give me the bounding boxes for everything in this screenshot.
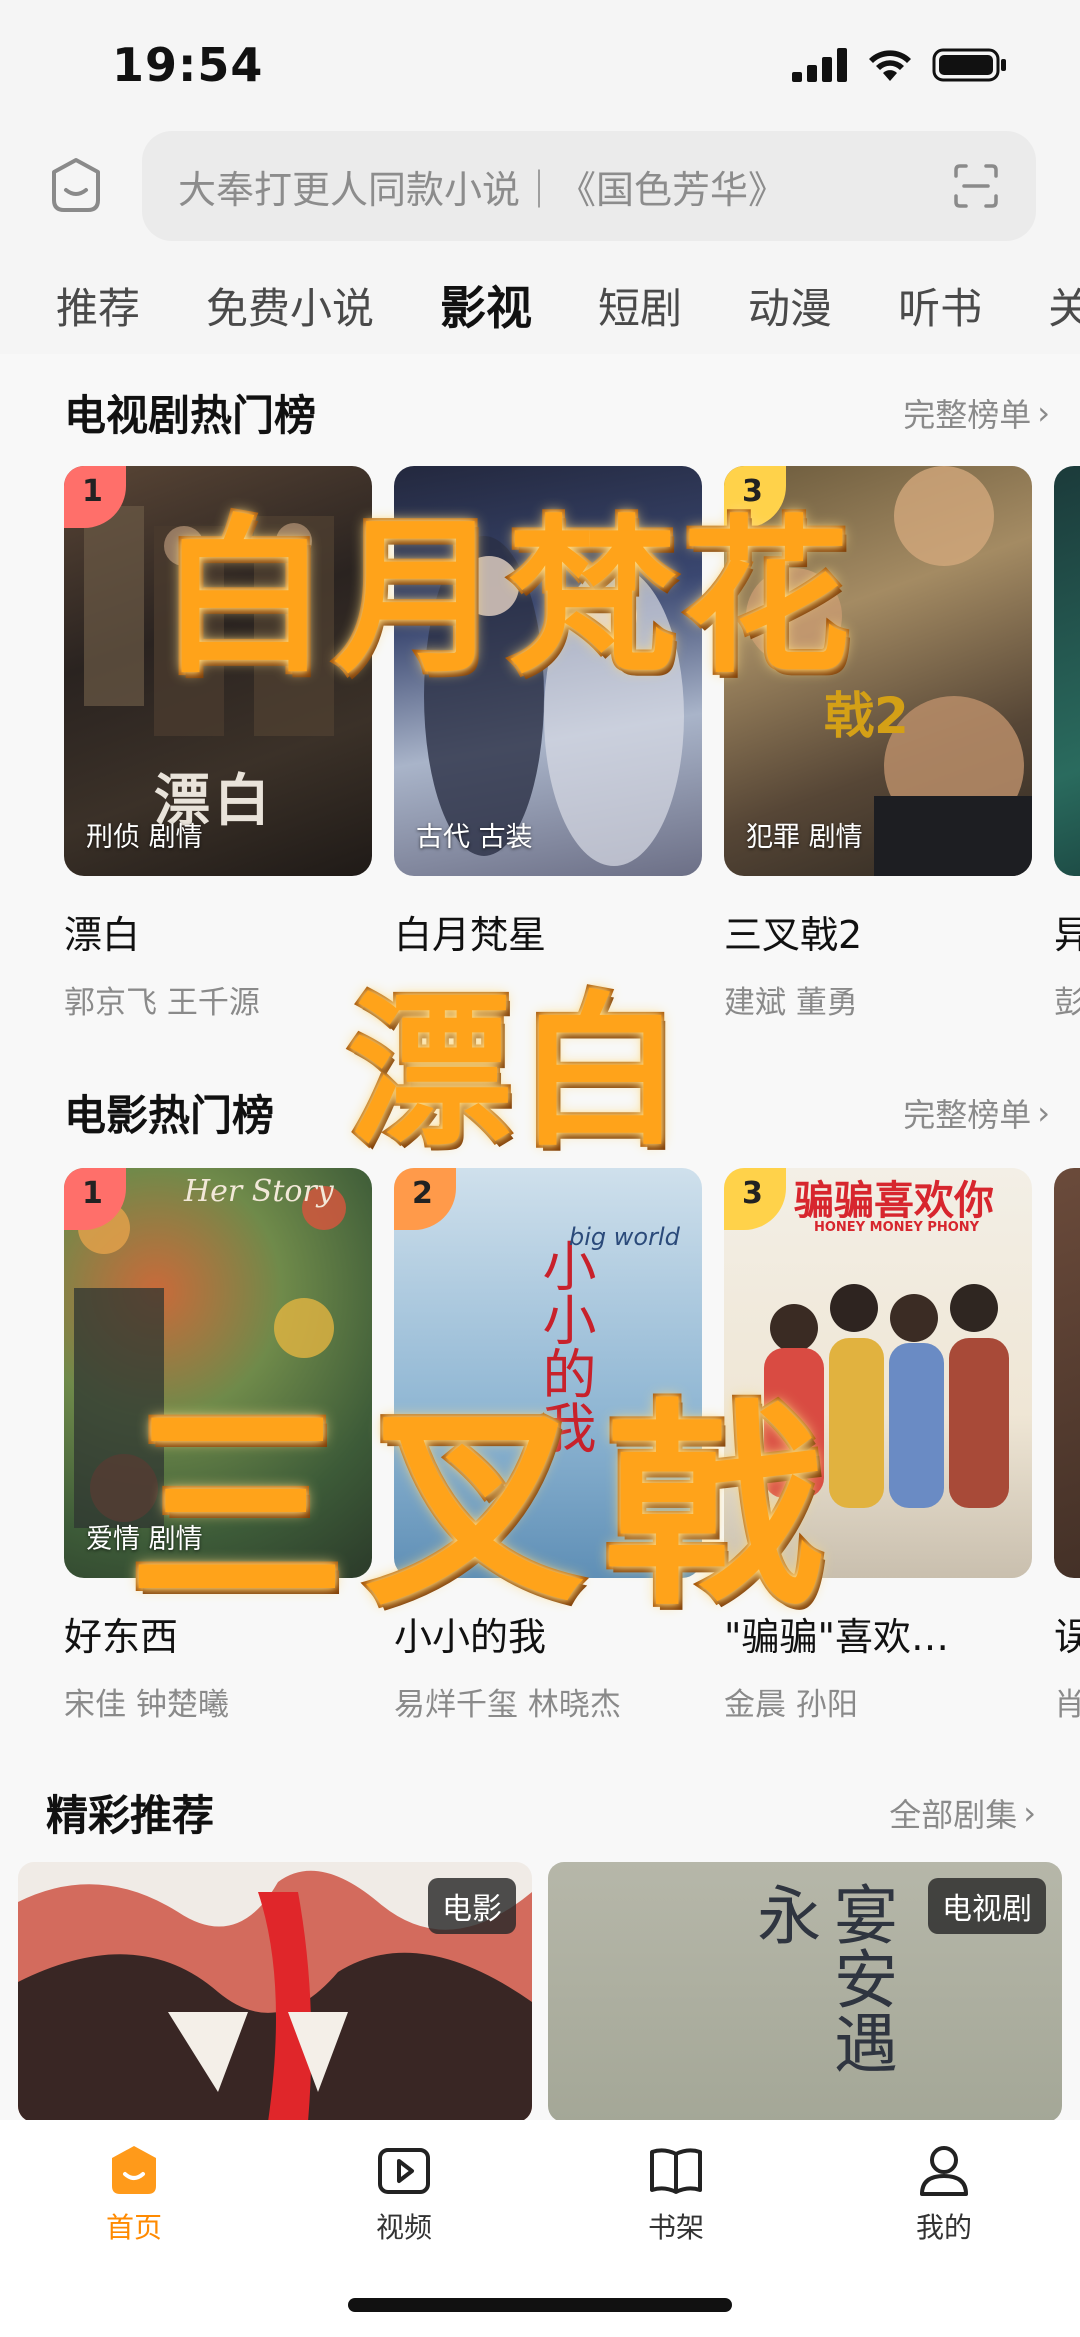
movie-poster-3-en-title: HONEY MONEY PHONY [814, 1220, 980, 1235]
movie-poster-1-en-title: Her Story [184, 1174, 334, 1209]
status-bar: 19:54 [0, 0, 1080, 130]
movie-poster-3-title-art: 骗骗喜欢你 [794, 1178, 994, 1224]
card-cast: 金晨 孙阳 [724, 1687, 858, 1723]
video-icon [378, 2148, 430, 2194]
poster-genre-tag: 刑侦 剧情 [86, 822, 203, 853]
card-cast: 易烊千玺 林晓杰 [394, 1687, 621, 1723]
battery-icon [932, 48, 1006, 82]
nav-bookshelf[interactable]: 书架 [616, 2142, 736, 2246]
card-title: 漂白 [64, 913, 141, 957]
nav-video-label: 视频 [375, 2211, 432, 2244]
card-cast: 肖 [1054, 1687, 1080, 1723]
tab-film-tv[interactable]: 影视 [440, 272, 532, 338]
tab-recommend[interactable]: 推荐 [56, 275, 140, 336]
tv-section-title: 电视剧热门榜 [64, 391, 317, 440]
chevron-right-icon: › [1037, 393, 1050, 432]
search-input[interactable]: 大奉打更人同款小说｜《国色芳华》 [142, 131, 1036, 241]
movie-poster-4[interactable] [1054, 1168, 1080, 1578]
nav-home-label: 首页 [105, 2211, 162, 2244]
poster-genre-tag: 犯罪 剧情 [746, 822, 863, 853]
profile-icon [920, 2146, 968, 2196]
nav-bookshelf-label: 书架 [647, 2211, 704, 2244]
status-time: 19:54 [112, 38, 264, 92]
featured-section-header: 精彩推荐 全部剧集 › [0, 1782, 1080, 1843]
signal-icon [792, 48, 847, 82]
home-icon [112, 2146, 156, 2194]
tab-more[interactable]: 关 [1048, 275, 1080, 336]
featured-card-1[interactable]: 电影 [18, 1862, 532, 2122]
card-title: 误 [1054, 1615, 1080, 1659]
tab-short-drama[interactable]: 短剧 [598, 275, 682, 336]
scan-icon[interactable] [952, 162, 1000, 210]
app-logo-icon[interactable] [44, 154, 108, 218]
tv-full-list-label: 完整榜单 [903, 395, 1032, 434]
tv-full-list-link[interactable]: 完整榜单 › [903, 390, 1050, 436]
featured-card-2-art-text: 宴安遇永 [746, 1882, 897, 2074]
card-cast: 建斌 董勇 [724, 985, 858, 1021]
bookshelf-icon [650, 2148, 702, 2194]
tv-poster-4[interactable] [1054, 466, 1080, 876]
all-series-link[interactable]: 全部剧集 › [889, 1790, 1036, 1836]
search-row: 大奉打更人同款小说｜《国色芳华》 [0, 128, 1080, 244]
wifi-icon [869, 50, 911, 81]
tab-audiobooks[interactable]: 听书 [898, 275, 982, 336]
nav-profile[interactable]: 我的 [884, 2142, 1004, 2246]
all-series-label: 全部剧集 [889, 1795, 1018, 1834]
chevron-right-icon: › [1023, 1793, 1036, 1832]
nav-home[interactable]: 首页 [74, 2142, 194, 2246]
movie-poster-2-en-title: big world [569, 1223, 680, 1251]
card-cast: 郭京飞 王千源 [64, 985, 260, 1021]
featured-badge: 电影 [428, 1878, 516, 1934]
category-tabs: 推荐 免费小说 影视 短剧 动漫 听书 关 [0, 260, 1080, 350]
home-indicator [348, 2298, 732, 2312]
featured-card-2[interactable]: 宴安遇永 电视剧 [548, 1862, 1062, 2122]
nav-profile-label: 我的 [915, 2211, 972, 2244]
movie-full-list-label: 完整榜单 [903, 1095, 1032, 1134]
tv-section-header: 电视剧热门榜 完整榜单 › [0, 382, 1080, 443]
overlay-text-2: 漂白 [345, 974, 689, 1171]
rank-badge: 2 [394, 1168, 456, 1230]
tab-free-novels[interactable]: 免费小说 [206, 275, 374, 336]
search-placeholder: 大奉打更人同款小说｜《国色芳华》 [178, 167, 787, 212]
card-title: 异 [1054, 913, 1080, 957]
chevron-right-icon: › [1037, 1093, 1050, 1132]
movie-full-list-link[interactable]: 完整榜单 › [903, 1090, 1050, 1136]
status-icons [792, 47, 1008, 83]
poster-genre-tag: 古代 古装 [416, 822, 533, 853]
tv-card-4[interactable]: 异 彭 [1054, 466, 1080, 1022]
card-title: 三叉戟2 [724, 913, 863, 957]
featured-badge: 电视剧 [928, 1878, 1046, 1934]
tab-anime[interactable]: 动漫 [748, 275, 832, 336]
nav-video[interactable]: 视频 [344, 2142, 464, 2246]
overlay-text-3: 三叉戟 [125, 1379, 842, 1638]
featured-section-title: 精彩推荐 [46, 1791, 215, 1840]
movie-section-title: 电影热门榜 [64, 1091, 275, 1140]
overlay-text-1: 白月梵花 [157, 497, 856, 699]
card-cast: 彭 [1054, 985, 1080, 1021]
movie-card-4[interactable]: 误 肖 [1054, 1168, 1080, 1724]
card-cast: 宋佳 钟楚曦 [64, 1687, 229, 1723]
